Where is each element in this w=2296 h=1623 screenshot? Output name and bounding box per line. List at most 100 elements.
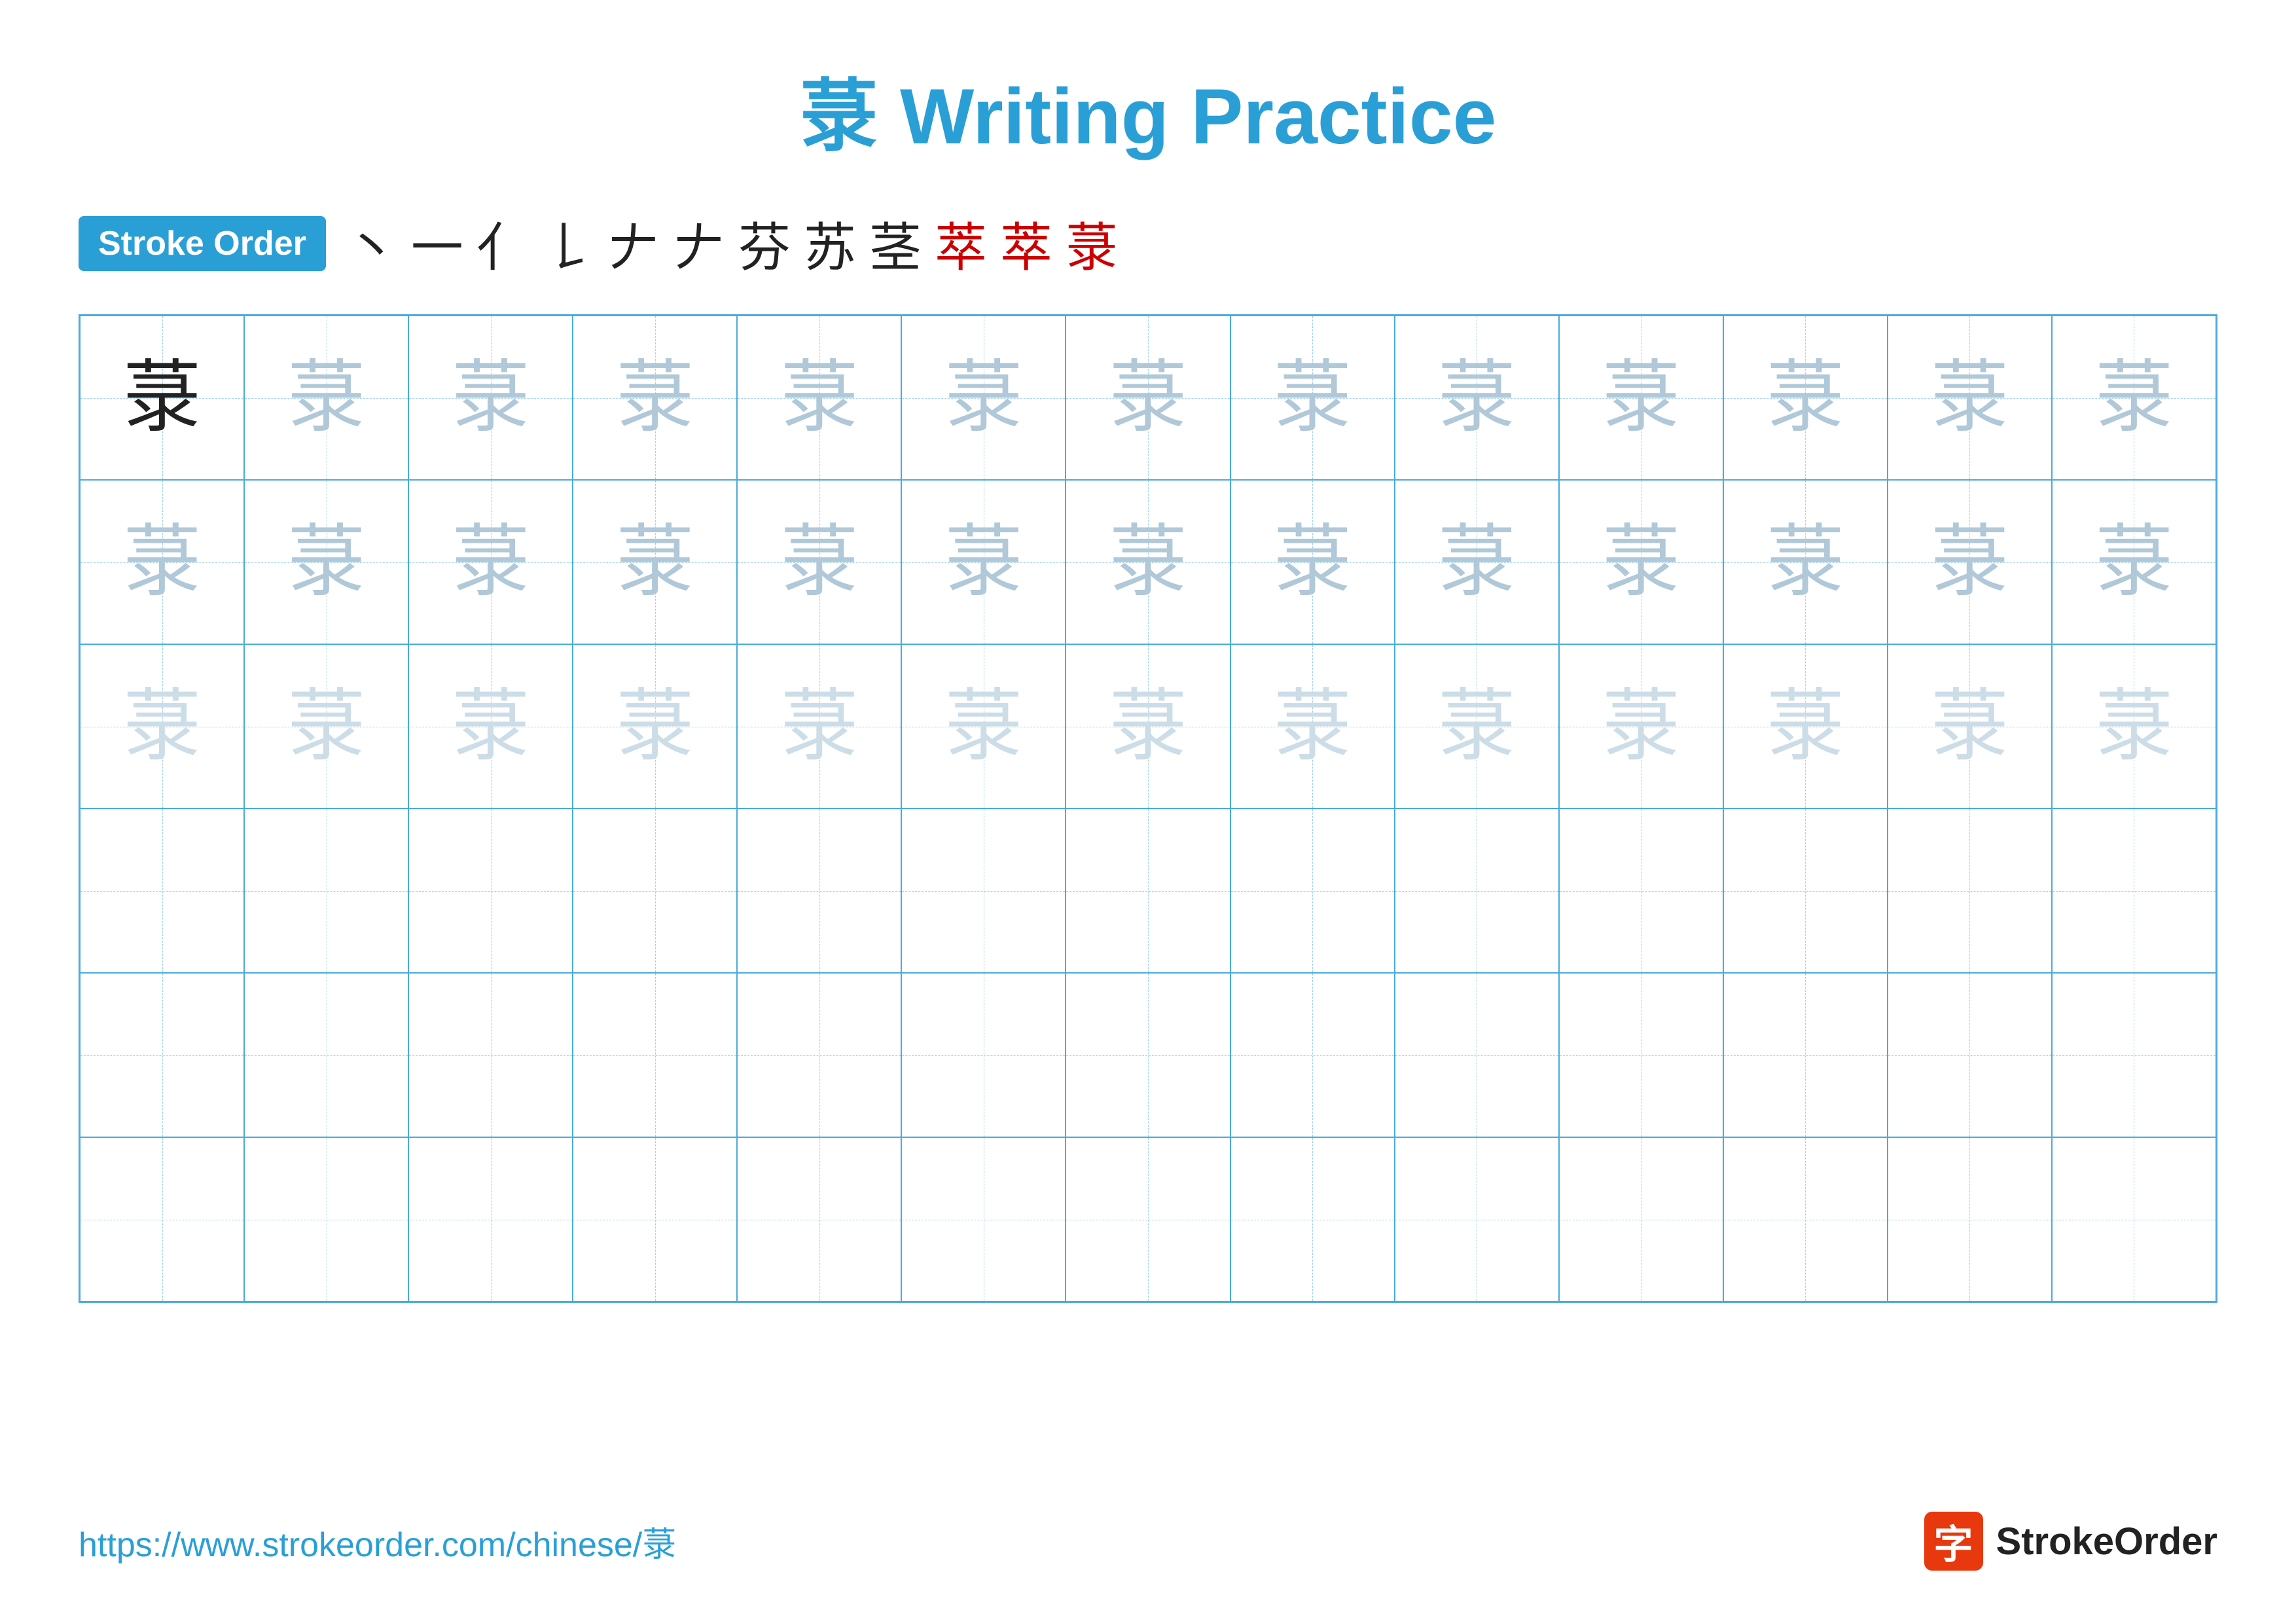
grid-cell[interactable]: 菉 [1559,316,1723,480]
page: 菉 Writing Practice Stroke Order 丶 一 亻 𠄌 … [0,0,2296,1623]
grid-cell[interactable]: 菉 [1230,480,1395,644]
grid-cell[interactable] [244,809,408,973]
grid-cell[interactable]: 菉 [1230,316,1395,480]
stroke-sequence: 丶 一 亻 𠄌 𠂇 𠂇 芬 苏 茎 萃 萃 菉 [346,206,1118,282]
grid-cell[interactable] [1395,973,1559,1137]
grid-cell[interactable]: 菉 [737,480,901,644]
stroke-12: 菉 [1066,206,1118,282]
grid-cell[interactable] [901,809,1066,973]
grid-cell[interactable] [2052,1137,2216,1302]
grid-cell[interactable] [737,1137,901,1302]
stroke-order-badge: Stroke Order [79,216,326,271]
stroke-5: 𠂇 [607,206,660,282]
grid-cell[interactable] [80,973,244,1137]
grid-cell[interactable] [244,973,408,1137]
grid-cell[interactable]: 菉 [408,480,573,644]
grid-cell[interactable]: 菉 [1395,480,1559,644]
grid-cell[interactable] [1723,809,1888,973]
grid-cell[interactable] [1230,809,1395,973]
grid-cell[interactable]: 菉 [80,644,244,809]
grid-cell[interactable] [408,809,573,973]
grid-cell[interactable]: 菉 [1723,316,1888,480]
grid-cell[interactable] [1723,973,1888,1137]
grid-cell[interactable] [80,809,244,973]
footer: https://www.strokeorder.com/chinese/菉 字 … [79,1512,2217,1571]
grid-cell[interactable]: 菉 [1395,644,1559,809]
grid-cell[interactable] [408,973,573,1137]
logo-icon: 字 [1924,1512,1983,1571]
stroke-4: 𠄌 [542,206,594,282]
grid-cell[interactable] [244,1137,408,1302]
grid-cell[interactable] [1066,1137,1230,1302]
stroke-2: 一 [411,206,463,282]
grid-cell[interactable] [1066,973,1230,1137]
grid-cell[interactable]: 菉 [2052,480,2216,644]
grid-cell[interactable]: 菉 [1066,316,1230,480]
grid-cell[interactable] [737,809,901,973]
footer-logo: 字 StrokeOrder [1924,1512,2217,1571]
stroke-11: 萃 [1000,206,1052,282]
stroke-10: 萃 [935,206,987,282]
grid-cell[interactable] [2052,973,2216,1137]
grid-cell[interactable]: 菉 [408,644,573,809]
grid-cell[interactable]: 菉 [244,480,408,644]
title-text: Writing Practice [878,73,1497,160]
logo-text: StrokeOrder [1996,1520,2217,1563]
grid-cell[interactable] [408,1137,573,1302]
grid-cell[interactable]: 菉 [244,644,408,809]
grid-cell[interactable]: 菉 [2052,316,2216,480]
grid-cell[interactable]: 菉 [244,316,408,480]
grid-cell[interactable] [737,973,901,1137]
grid-cell[interactable]: 菉 [1559,480,1723,644]
grid-cell[interactable]: 菉 [1395,316,1559,480]
grid-cell[interactable] [1888,1137,2052,1302]
grid-cell[interactable] [1888,973,2052,1137]
grid-cell[interactable] [1230,973,1395,1137]
grid-cell[interactable]: 菉 [80,480,244,644]
grid-cell[interactable]: 菉 [737,644,901,809]
practice-grid: 菉菉菉菉菉菉菉菉菉菉菉菉菉菉菉菉菉菉菉菉菉菉菉菉菉菉菉菉菉菉菉菉菉菉菉菉菉菉菉 [79,314,2217,1303]
grid-cell[interactable]: 菉 [80,316,244,480]
grid-cell[interactable]: 菉 [901,644,1066,809]
page-title: 菉 Writing Practice [79,52,2217,166]
grid-cell[interactable]: 菉 [1723,644,1888,809]
grid-cell[interactable]: 菉 [1888,480,2052,644]
grid-cell[interactable] [1066,809,1230,973]
grid-cell[interactable]: 菉 [1723,480,1888,644]
grid-cell[interactable] [573,1137,737,1302]
grid-cell[interactable] [1395,1137,1559,1302]
grid-cell[interactable]: 菉 [737,316,901,480]
grid-cell[interactable]: 菉 [573,480,737,644]
stroke-8: 苏 [804,206,856,282]
grid-cell[interactable] [1230,1137,1395,1302]
grid-cell[interactable]: 菉 [1066,480,1230,644]
grid-cell[interactable] [1559,1137,1723,1302]
grid-cell[interactable] [1395,809,1559,973]
grid-cell[interactable]: 菉 [2052,644,2216,809]
stroke-3: 亻 [476,206,529,282]
grid-cell[interactable] [2052,809,2216,973]
grid-cell[interactable] [901,973,1066,1137]
grid-cell[interactable] [80,1137,244,1302]
grid-cell[interactable] [1559,973,1723,1137]
grid-cell[interactable]: 菉 [901,316,1066,480]
grid-cell[interactable]: 菉 [1888,316,2052,480]
grid-cell[interactable] [1888,809,2052,973]
footer-url[interactable]: https://www.strokeorder.com/chinese/菉 [79,1517,676,1566]
grid-cell[interactable]: 菉 [573,644,737,809]
grid-cell[interactable] [901,1137,1066,1302]
grid-cell[interactable]: 菉 [901,480,1066,644]
stroke-6: 𠂇 [673,206,725,282]
grid-cell[interactable] [1559,809,1723,973]
grid-cell[interactable]: 菉 [408,316,573,480]
grid-cell[interactable]: 菉 [1559,644,1723,809]
grid-cell[interactable] [573,973,737,1137]
grid-cell[interactable]: 菉 [573,316,737,480]
grid-cell[interactable]: 菉 [1888,644,2052,809]
stroke-1: 丶 [346,206,398,282]
grid-cell[interactable]: 菉 [1066,644,1230,809]
grid-cell[interactable] [1723,1137,1888,1302]
title-chinese-char: 菉 [800,73,878,160]
grid-cell[interactable]: 菉 [1230,644,1395,809]
grid-cell[interactable] [573,809,737,973]
